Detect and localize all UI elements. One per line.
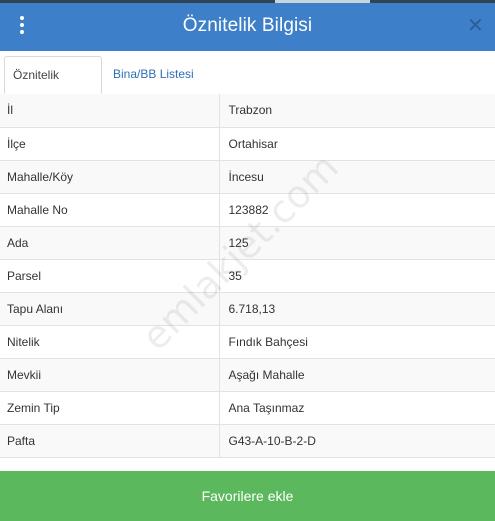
- row-value-ilce: Ortahisar: [219, 127, 495, 161]
- dialog-title: Öznitelik Bilgisi: [182, 15, 313, 36]
- row-value-il: Trabzon: [219, 94, 495, 128]
- row-value-parsel: 35: [219, 259, 495, 293]
- tab-bar: Öznitelik Bilgisi Bina/BB Listesi: [0, 51, 495, 118]
- table-row: Pafta G43-A-10-B-2-D: [0, 424, 495, 458]
- close-icon[interactable]: ✕: [467, 15, 484, 37]
- table-row: Parsel 35: [0, 259, 495, 293]
- row-label-parsel: Parsel: [0, 259, 220, 293]
- row-label-il: İl: [0, 94, 220, 128]
- attribute-table: İl Trabzon İlçe Ortahisar Mahalle/Köy İn…: [0, 94, 495, 458]
- row-value-zemin-tip: Ana Taşınmaz: [219, 391, 495, 425]
- table-row: Tapu Alanı 6.718,13: [0, 292, 495, 326]
- row-value-mahalle-koy: İncesu: [219, 160, 495, 194]
- dialog-header: Öznitelik Bilgisi ✕: [0, 3, 495, 51]
- row-value-nitelik: Fındık Bahçesi: [219, 325, 495, 359]
- table-row: Ada 125: [0, 226, 495, 260]
- table-row: İl Trabzon: [0, 94, 495, 128]
- row-label-pafta: Pafta: [0, 424, 220, 458]
- table-row: Mahalle No 123882: [0, 193, 495, 227]
- table-row: Mevkii Aşağı Mahalle: [0, 358, 495, 392]
- tab-oznitelik-bilgisi[interactable]: Öznitelik Bilgisi: [4, 56, 102, 118]
- row-label-tapu-alani: Tapu Alanı: [0, 292, 220, 326]
- row-value-mevkii: Aşağı Mahalle: [219, 358, 495, 392]
- table-row: Nitelik Fındık Bahçesi: [0, 325, 495, 359]
- table-row: Zemin Tip Ana Taşınmaz: [0, 391, 495, 425]
- row-value-mahalle-no: 123882: [219, 193, 495, 227]
- table-row: İlçe Ortahisar: [0, 127, 495, 161]
- tab-bina-bb-listesi[interactable]: Bina/BB Listesi: [105, 56, 202, 94]
- row-label-mevkii: Mevkii: [0, 358, 220, 392]
- row-label-mahalle-koy: Mahalle/Köy: [0, 160, 220, 194]
- row-label-zemin-tip: Zemin Tip: [0, 391, 220, 425]
- row-label-ada: Ada: [0, 226, 220, 260]
- row-label-ilce: İlçe: [0, 127, 220, 161]
- row-value-ada: 125: [219, 226, 495, 260]
- row-label-nitelik: Nitelik: [0, 325, 220, 359]
- add-to-favorites-button[interactable]: Favorilere ekle: [0, 471, 495, 521]
- row-value-pafta: G43-A-10-B-2-D: [219, 424, 495, 458]
- table-row: Mahalle/Köy İncesu: [0, 160, 495, 194]
- row-value-tapu-alani: 6.718,13: [219, 292, 495, 326]
- row-label-mahalle-no: Mahalle No: [0, 193, 220, 227]
